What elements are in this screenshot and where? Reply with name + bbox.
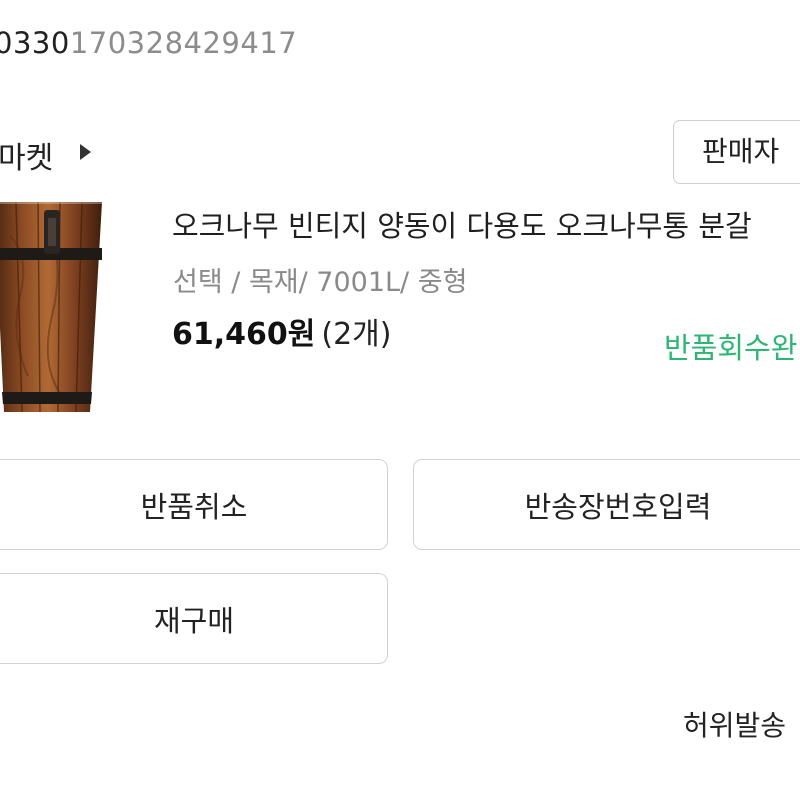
rebuy-button[interactable]: 재구매: [0, 573, 388, 664]
order-number: 0330170328429417: [0, 26, 297, 60]
return-status-badge: 반품회수완: [664, 331, 798, 365]
product-option: 선택 / 목재/ 7001L/ 중형: [173, 267, 468, 298]
fake-shipping-report-link[interactable]: 허위발송: [683, 704, 786, 744]
product-quantity: (2개): [321, 317, 392, 352]
cancel-return-label: 반품취소: [140, 489, 248, 524]
enter-return-tracking-button[interactable]: 반송장번호입력: [413, 459, 800, 550]
chevron-right-icon[interactable]: [80, 144, 91, 160]
order-number-visible: 0330: [0, 26, 70, 60]
price-row: 61,460원 (2개): [172, 309, 391, 353]
product-price: 61,460원: [172, 317, 316, 352]
seller-name-link[interactable]: 마켓: [0, 133, 53, 177]
product-title[interactable]: 오크나무 빈티지 양동이 다용도 오크나무통 분갈: [172, 203, 752, 245]
rebuy-label: 재구매: [153, 603, 235, 638]
seller-contact-button[interactable]: 판매자: [673, 120, 800, 184]
product-image[interactable]: [0, 196, 102, 420]
order-number-muted: 170328429417: [69, 26, 298, 60]
wooden-bucket-icon: [0, 201, 102, 413]
enter-return-tracking-label: 반송장번호입력: [524, 489, 712, 524]
cancel-return-button[interactable]: 반품취소: [0, 459, 388, 550]
